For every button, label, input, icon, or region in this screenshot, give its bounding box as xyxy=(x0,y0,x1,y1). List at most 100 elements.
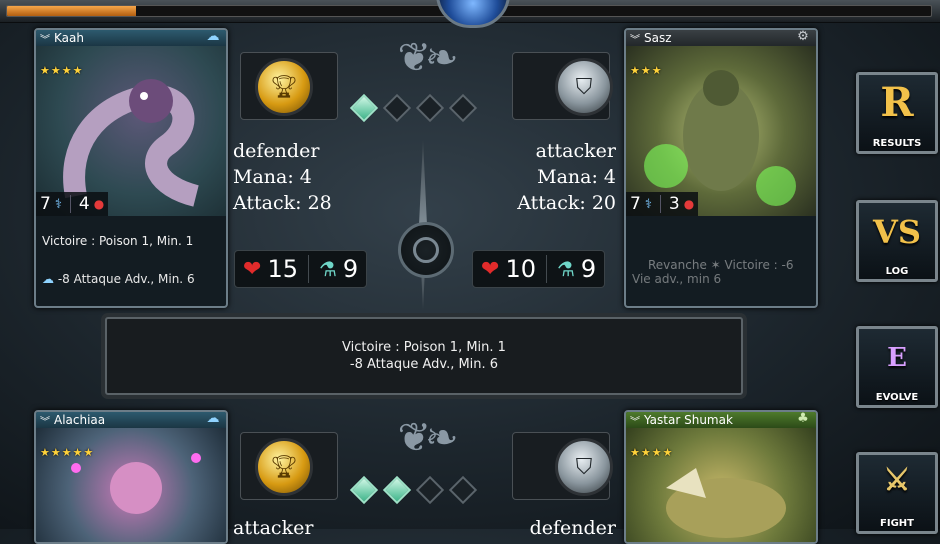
card-art: ★★★ 7 ⚕ 3 ● xyxy=(626,46,816,216)
meter-divider xyxy=(307,255,309,283)
star-rating: ★★★★★ xyxy=(40,446,95,459)
fight-label: FIGHT xyxy=(880,518,914,529)
heart-icon: ❤ xyxy=(243,256,262,282)
card-name: Yastar Shumak xyxy=(644,413,733,427)
wing-icon: ︾ xyxy=(630,34,640,46)
round-diamond-icon xyxy=(382,475,412,505)
potion-icon: ⚗ xyxy=(556,257,575,281)
card-stats: 7 ⚕ 3 ● xyxy=(626,192,699,216)
left-role-label: attacker xyxy=(233,517,314,539)
stat-divider xyxy=(69,195,71,213)
fight-icon: ⚔ xyxy=(883,463,911,498)
blood-drop-icon: ● xyxy=(683,197,695,211)
card-sasz[interactable]: ︾ Sasz ⚙ ★★★ 7 ⚕ 3 ● Revanche ✶ Victoire… xyxy=(624,28,818,308)
round-indicators xyxy=(349,93,478,123)
star-rating: ★★★ xyxy=(630,64,663,77)
progress-fill xyxy=(7,6,137,16)
left-meter: ❤ 15 ⚗ 9 xyxy=(234,250,368,288)
round-diamond-icon xyxy=(415,475,445,505)
ability-top2: Victoire : -6 xyxy=(724,258,794,272)
card-alachiaa[interactable]: ︾ Alachiaa ☁ ★★★★★ xyxy=(34,410,228,544)
fight-button[interactable]: ⚔ FIGHT xyxy=(856,452,938,534)
message-line-2: -8 Attaque Adv., Min. 6 xyxy=(349,357,499,372)
trophy-icon: 🏆︎ xyxy=(255,58,313,116)
shield-icon: ⛉ xyxy=(555,58,613,116)
water-element-icon: ☁ xyxy=(42,272,54,286)
nature-element-icon: ♣ xyxy=(797,411,809,426)
left-role-block: defender Mana: 4 Attack: 28 xyxy=(233,138,332,216)
round-indicators xyxy=(349,475,478,505)
attack-label: Attack: 28 xyxy=(233,192,332,214)
water-element-icon: ☁ xyxy=(206,29,220,44)
water-element-icon: ☁ xyxy=(206,411,220,426)
rune-circle-icon xyxy=(398,222,454,278)
ability-top: Revanche xyxy=(648,258,707,272)
defense-plate: ⛉ xyxy=(512,432,613,500)
results-label: RESULTS xyxy=(872,138,922,149)
card-art: ★★★★ 7 ⚕ 4 ● xyxy=(36,46,226,216)
potion-value: 9 xyxy=(580,255,597,283)
log-button[interactable]: VS LOG xyxy=(856,200,938,282)
mana-stat: 7 xyxy=(630,194,641,214)
potion-value: 9 xyxy=(342,255,359,283)
hp-value: 15 xyxy=(267,255,298,283)
card-header: ︾ Sasz ⚙ xyxy=(626,30,816,46)
role-label: attacker xyxy=(535,140,616,162)
mana-icon: ⚕ xyxy=(644,196,652,212)
card-name: Sasz xyxy=(644,31,672,45)
card-yastar-shumak[interactable]: ︾ Yastar Shumak ♣ ★★★★ xyxy=(624,410,818,544)
ability-top-row: Revanche ✶ Victoire : -6 xyxy=(626,258,816,272)
right-meter: ❤ 10 ⚗ 9 xyxy=(472,250,606,288)
wing-icon: ︾ xyxy=(40,416,50,428)
defense-plate: ⛉ xyxy=(512,52,613,120)
blood-drop-icon: ● xyxy=(93,197,105,211)
crystal-orb-icon xyxy=(436,0,510,28)
card-name: Kaah xyxy=(54,31,84,45)
round-diamond-icon xyxy=(349,93,379,123)
card-stats: 7 ⚕ 4 ● xyxy=(36,192,109,216)
shield-icon: ⛉ xyxy=(555,438,613,496)
log-icon: VS xyxy=(873,213,921,251)
round-diamond-icon xyxy=(415,93,445,123)
card-header: ︾ Alachiaa ☁ xyxy=(36,412,226,428)
round-diamond-icon xyxy=(448,475,478,505)
result-message-box: Victoire : Poison 1, Min. 1 -8 Attaque A… xyxy=(105,317,743,395)
log-label: LOG xyxy=(885,266,909,277)
message-line-1: Victoire : Poison 1, Min. 1 xyxy=(342,340,506,355)
victory-plate: 🏆︎ xyxy=(240,432,338,500)
role-label: defender xyxy=(233,140,320,162)
attack-label: Attack: 20 xyxy=(517,192,616,214)
card-name: Alachiaa xyxy=(54,413,106,427)
round-diamond-icon xyxy=(382,93,412,123)
evolve-label: EVOLVE xyxy=(875,392,919,403)
hp-stat: 4 xyxy=(78,194,90,214)
trophy-icon: 🏆︎ xyxy=(255,438,313,496)
hp-stat: 3 xyxy=(668,194,680,214)
card-kaah[interactable]: ︾ Kaah ☁ ★★★★ 7 ⚕ 4 ● Victoire : Poison … xyxy=(34,28,228,308)
results-button[interactable]: R RESULTS xyxy=(856,72,938,154)
stat-divider xyxy=(659,195,661,213)
potion-icon: ⚗ xyxy=(318,257,337,281)
card-art: ★★★★ xyxy=(626,428,816,542)
round-diamond-icon xyxy=(448,93,478,123)
victory-plate: 🏆︎ xyxy=(240,52,338,120)
wing-icon: ︾ xyxy=(630,416,640,428)
hp-value: 10 xyxy=(505,255,536,283)
card-art: ★★★★★ xyxy=(36,428,226,542)
mana-label: Mana: 4 xyxy=(537,166,616,188)
neutral-element-icon: ⚙ xyxy=(797,29,809,44)
ability-bottom: Vie adv., min 6 xyxy=(632,272,722,286)
heart-icon: ❤ xyxy=(481,256,500,282)
wing-icon: ︾ xyxy=(40,34,50,46)
right-role-block: attacker Mana: 4 Attack: 20 xyxy=(500,138,616,216)
thorn-ornament-icon: ❦❧ xyxy=(397,415,458,461)
card-header: ︾ Yastar Shumak ♣ xyxy=(626,412,816,428)
evolve-button[interactable]: E EVOLVE xyxy=(856,326,938,408)
mana-icon: ⚕ xyxy=(54,196,62,212)
meter-divider xyxy=(545,255,547,283)
mana-stat: 7 xyxy=(40,194,51,214)
results-icon: R xyxy=(880,79,914,126)
card-header: ︾ Kaah ☁ xyxy=(36,30,226,46)
card-ability-panel xyxy=(626,216,816,258)
mana-label: Mana: 4 xyxy=(233,166,312,188)
